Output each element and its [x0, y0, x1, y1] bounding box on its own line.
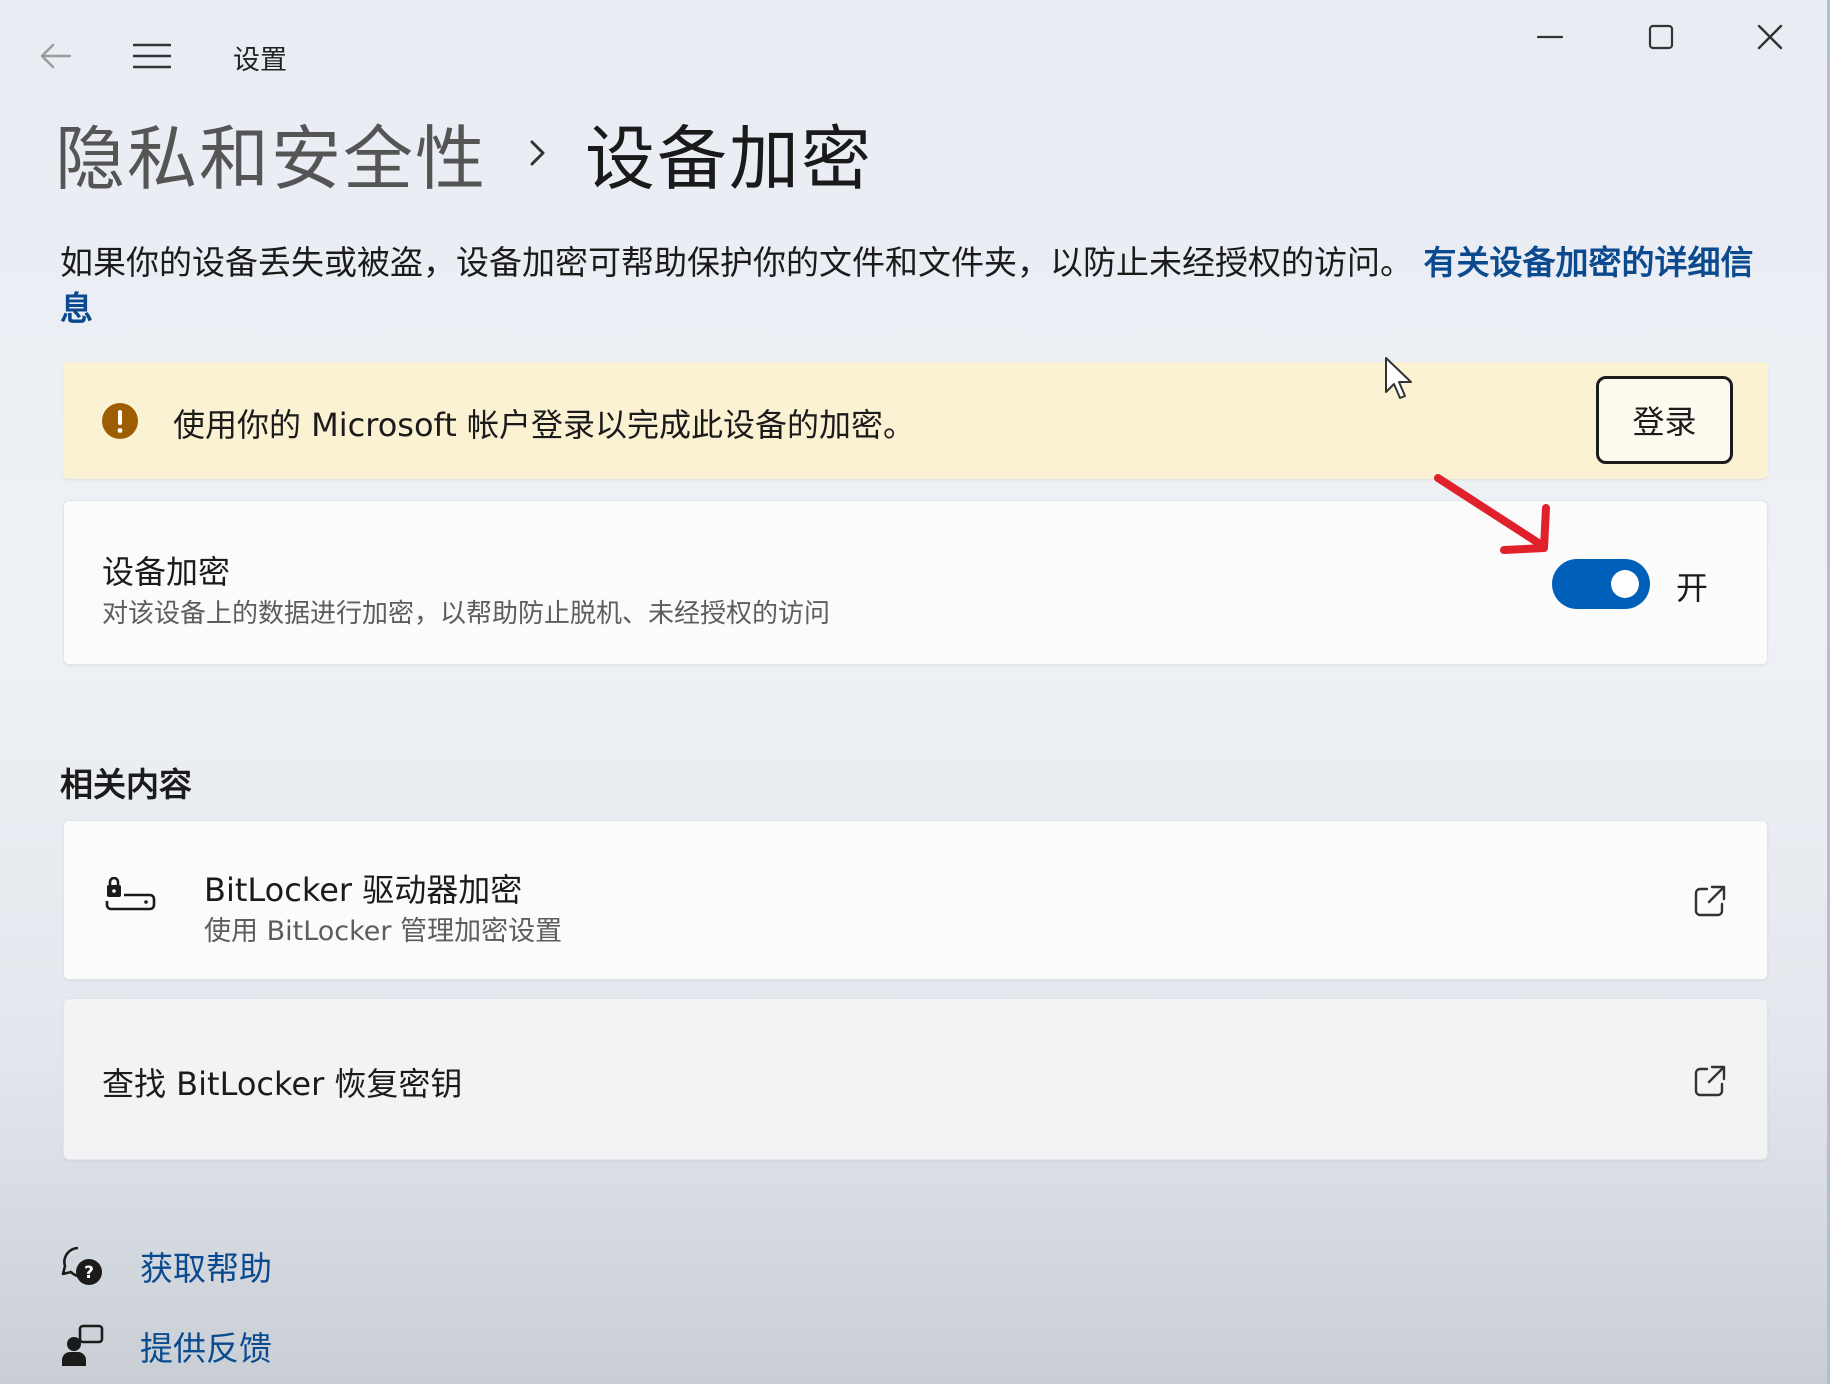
breadcrumb-parent[interactable]: 隐私和安全性	[55, 103, 487, 204]
close-icon	[1757, 24, 1783, 50]
device-encryption-subtitle: 对该设备上的数据进行加密，以帮助防止脱机、未经授权的访问	[102, 599, 831, 629]
back-arrow-icon	[40, 43, 72, 69]
bitlocker-subtitle: 使用 BitLocker 管理加密设置	[204, 916, 563, 947]
device-encryption-toggle[interactable]	[1552, 559, 1650, 609]
recovery-key-title: 查找 BitLocker 恢复密钥	[102, 1065, 463, 1103]
breadcrumb-separator	[529, 139, 547, 167]
breadcrumb: 隐私和安全性 设备加密	[55, 108, 873, 200]
sign-in-warning-bar: 使用你的 Microsoft 帐户登录以完成此设备的加密。 登录	[63, 362, 1768, 479]
get-help-label[interactable]: 获取帮助	[140, 1242, 272, 1290]
description-text: 如果你的设备丢失或被盗，设备加密可帮助保护你的文件和文件夹，以防止未经授权的访问…	[60, 243, 1413, 282]
settings-window: 设置 隐私和安全性 设备加密 如果你的设备丢失或被盗，设备加密可帮助保护你的文件…	[0, 0, 1830, 1384]
svg-text:?: ?	[84, 1263, 94, 1283]
close-button[interactable]	[1735, 12, 1805, 62]
give-feedback-label[interactable]: 提供反馈	[140, 1322, 272, 1370]
cursor-icon	[1385, 357, 1412, 399]
sign-in-button[interactable]: 登录	[1596, 376, 1733, 464]
minimize-button[interactable]	[1515, 12, 1585, 62]
minimize-icon	[1536, 35, 1564, 39]
page-description: 如果你的设备丢失或被盗，设备加密可帮助保护你的文件和文件夹，以防止未经授权的访问…	[60, 240, 1770, 332]
help-icon: ?	[61, 1246, 102, 1285]
maximize-icon	[1648, 24, 1674, 50]
get-help-link[interactable]: ? 获取帮助	[60, 1244, 272, 1288]
warning-icon	[102, 403, 138, 439]
chevron-right-icon	[530, 140, 545, 166]
title-bar: 设置	[0, 0, 1827, 110]
give-feedback-link[interactable]: 提供反馈	[60, 1324, 272, 1368]
bitlocker-title: BitLocker 驱动器加密	[204, 871, 523, 909]
bitlocker-drive-icon	[105, 877, 156, 911]
external-link-icon	[1694, 885, 1726, 917]
warning-message: 使用你的 Microsoft 帐户登录以完成此设备的加密。	[173, 406, 915, 444]
hamburger-menu-icon	[133, 43, 171, 69]
back-button[interactable]	[36, 36, 76, 76]
device-encryption-title: 设备加密	[102, 553, 231, 591]
find-recovery-key-link[interactable]: 查找 BitLocker 恢复密钥	[63, 998, 1768, 1160]
toggle-knob	[1611, 570, 1639, 598]
page-title: 设备加密	[585, 117, 873, 200]
red-arrow-annotation-icon	[1434, 474, 1550, 554]
maximize-button[interactable]	[1626, 12, 1696, 62]
related-content-header: 相关内容	[60, 765, 192, 804]
navigation-menu-button[interactable]	[130, 38, 174, 74]
external-link-icon	[1694, 1065, 1726, 1097]
bitlocker-drive-encryption-link[interactable]: BitLocker 驱动器加密 使用 BitLocker 管理加密设置	[63, 820, 1768, 980]
feedback-icon	[62, 1324, 104, 1366]
toggle-state-label: 开	[1676, 569, 1709, 607]
window-title: 设置	[233, 45, 287, 76]
